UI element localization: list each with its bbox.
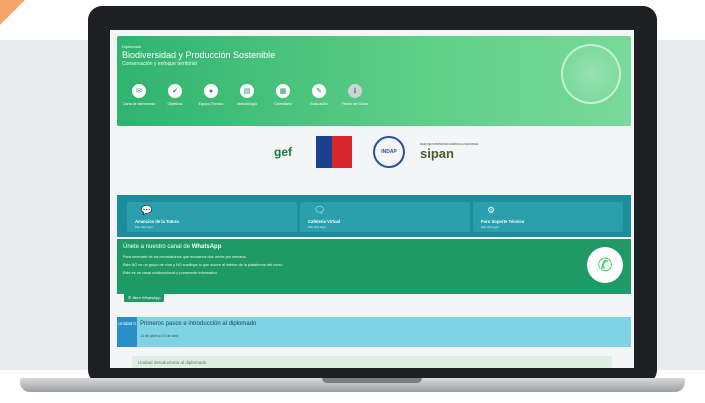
laptop-notch	[322, 378, 422, 383]
card-anuncios[interactable]: 💬 Anuncios de la Tutora Mar 202 Appl	[127, 202, 297, 232]
course-title: Biodiversidad y Producción Sostenible	[122, 50, 276, 60]
whatsapp-panel: Únete a nuestro canal de WhatsApp Para e…	[117, 239, 631, 294]
course-subtitle: Conservación y enfoque territorial	[122, 61, 197, 67]
background-corner-accent	[0, 0, 40, 30]
nav-label: Evaluación	[310, 102, 328, 106]
card-subtitle: Mar 202 Appl	[481, 225, 499, 229]
nav-item-carta-bienvenida[interactable]: ✉ Carta de bienvenida	[121, 84, 157, 107]
nav-item-evaluacion[interactable]: ✎ Evaluación	[301, 84, 337, 107]
forums-panel: 💬 Anuncios de la Tutora Mar 202 Appl 🗨 C…	[117, 195, 631, 237]
nav-item-objetivos[interactable]: ✔ Objetivos	[157, 84, 193, 107]
whatsapp-logo-icon: ✆	[587, 247, 623, 283]
open-whatsapp-button[interactable]: ✆ Abrir WhatsApp	[124, 292, 165, 302]
biodiversity-globe-illustration	[561, 44, 621, 104]
nav-label: Calendario	[274, 102, 292, 106]
laptop-screen: Diplomado Biodiversidad y Producción Sos…	[110, 30, 634, 368]
gef-logo: gef	[274, 145, 292, 159]
speech-bubble-icon: ✉	[132, 84, 146, 98]
nav-item-equipo-tecnico[interactable]: ● Equipo Técnico	[193, 84, 229, 107]
card-subtitle: Mar 202 Appl	[308, 225, 326, 229]
whatsapp-line: Este es un canal unidireccional y purame…	[123, 271, 219, 275]
sipan-logo: RED DE PATRIMONIO AGRÍCOLA NACIONAL sipa…	[420, 142, 479, 162]
unidad-intro-label: Unidad introductoria al diplomado	[138, 360, 207, 365]
nav-item-calendario[interactable]: ▦ Calendario	[265, 84, 301, 107]
card-title: Foro Soporte Técnico	[481, 219, 525, 224]
person-icon: ●	[204, 84, 218, 98]
unidad-title: Primeros pasos e introducción al diploma…	[140, 321, 257, 327]
card-subtitle: Mar 202 Appl	[135, 225, 153, 229]
card-cafeteria[interactable]: 🗨 Cafetería Virtual Mar 202 Appl	[300, 202, 470, 232]
nav-item-fecha-curso[interactable]: ℹ Fecha del Curso	[337, 84, 373, 107]
unidad-dates: 15 de abril al 19 de abril	[140, 334, 179, 338]
card-title: Cafetería Virtual	[308, 219, 341, 224]
chat-bubbles-icon: 🗨	[314, 205, 326, 215]
course-nav: ✉ Carta de bienvenida ✔ Objetivos ● Equi…	[121, 84, 373, 107]
check-icon: ✔	[168, 84, 182, 98]
gobierno-chile-logo	[316, 130, 352, 174]
unidad-0-section[interactable]: Unidad 0 Primeros pasos e introducción a…	[117, 317, 631, 347]
unidad-intro-row[interactable]: Unidad introductoria al diplomado	[132, 356, 612, 368]
unidad-badge: Unidad 0	[117, 317, 137, 347]
card-soporte[interactable]: ⚙ Foro Soporte Técnico Mar 202 Appl	[473, 202, 623, 232]
nav-item-metodologia[interactable]: ▤ Metodología	[229, 84, 265, 107]
info-icon: ℹ	[348, 84, 362, 98]
card-title: Anuncios de la Tutora	[135, 219, 179, 224]
document-icon: ▤	[240, 84, 254, 98]
whatsapp-title: Únete a nuestro canal de WhatsApp	[123, 244, 222, 250]
chat-icon: 💬	[141, 205, 153, 215]
nav-label: Fecha del Curso	[341, 102, 369, 106]
indap-logo: INDAP	[372, 130, 406, 174]
nav-label: Metodología	[237, 102, 257, 106]
gears-icon: ⚙	[487, 205, 496, 215]
whatsapp-line: Para enterarte de los recordatorios que …	[123, 255, 247, 259]
course-type-label: Diplomado	[122, 44, 142, 49]
course-header-banner: Diplomado Biodiversidad y Producción Sos…	[117, 36, 631, 126]
partner-logos: gef INDAP RED DE PATRIMONIO AGRÍCOLA NAC…	[260, 130, 490, 178]
nav-label: Equipo Técnico	[198, 102, 224, 106]
nav-label: Carta de bienvenida	[122, 102, 156, 106]
edit-icon: ✎	[312, 84, 326, 98]
calendar-icon: ▦	[276, 84, 290, 98]
whatsapp-line: Este NO es un grupo de chat y NO sustitu…	[123, 263, 284, 267]
nav-label: Objetivos	[167, 102, 183, 106]
